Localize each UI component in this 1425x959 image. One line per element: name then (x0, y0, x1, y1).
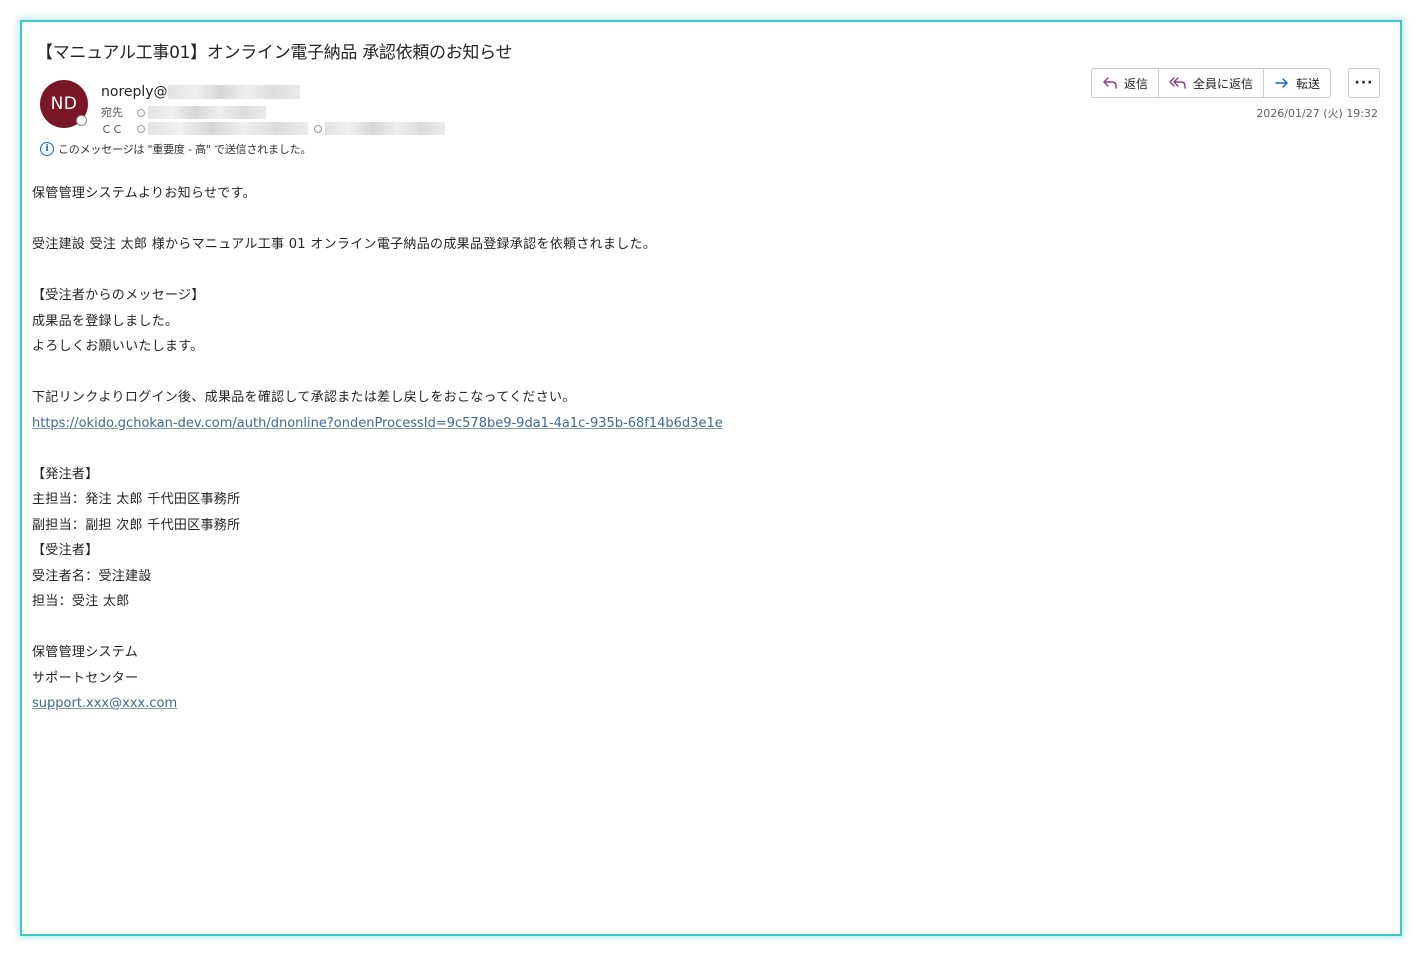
reply-icon (1103, 77, 1117, 89)
more-icon: ··· (1354, 75, 1374, 91)
email-subject: 【マニュアル工事01】オンライン電子納品 承認依頼のお知らせ (36, 43, 513, 63)
link-line: https://okido.gchokan-dev.com/auth/dnonl… (32, 411, 723, 437)
message-line-2: よろしくお願いいたします。 (32, 339, 204, 354)
redacted-recipient (148, 106, 266, 119)
reply-label: 返信 (1124, 76, 1149, 91)
orderer-sub: 副担当：副担 次郎 千代田区事務所 (32, 517, 241, 533)
forward-button[interactable]: 転送 (1264, 69, 1330, 97)
body-blank (32, 615, 723, 641)
body-blank (32, 360, 723, 386)
signature-email-line: support.xxx@xxx.com (32, 691, 723, 717)
email-reading-pane: 【マニュアル工事01】オンライン電子納品 承認依頼のお知らせ ND norepl… (20, 20, 1402, 936)
sender-address[interactable]: noreply@ (101, 84, 300, 100)
reply-all-label: 全員に返信 (1193, 76, 1254, 91)
redacted-recipient (325, 122, 445, 135)
importance-text: このメッセージは "重要度 - 高" で送信されました。 (58, 143, 312, 156)
more-actions-button[interactable]: ··· (1348, 68, 1380, 98)
recipient-presence-icon (137, 108, 145, 117)
to-recipient[interactable] (137, 106, 266, 119)
info-icon: i (40, 142, 54, 156)
recipient-presence-icon (314, 124, 322, 133)
body-blank (32, 207, 723, 233)
forward-label: 転送 (1296, 76, 1321, 91)
contractor-person: 担当：受注 太郎 (32, 594, 130, 609)
redacted-sender-domain (167, 85, 300, 99)
signature-system: 保管管理システム (32, 645, 139, 660)
reply-all-button[interactable]: 全員に返信 (1159, 69, 1265, 97)
message-heading: 【受注者からのメッセージ】 (32, 288, 205, 303)
signature-center: サポートセンター (32, 670, 139, 686)
orderer-heading: 【発注者】 (32, 466, 99, 482)
reply-all-icon (1169, 77, 1186, 89)
body-instruction: 下記リンクよりログイン後、成果品を確認して承認または差し戻しをおこなってください… (32, 390, 576, 405)
recipient-presence-icon (137, 124, 145, 133)
contractor-name: 受注者名：受注建設 (32, 568, 152, 584)
received-timestamp: 2026/01/27 (火) 19:32 (1256, 107, 1378, 120)
message-line-1: 成果品を登録しました。 (32, 313, 179, 329)
cc-label: ＣＣ (101, 123, 123, 136)
contractor-heading: 【受注者】 (32, 543, 99, 558)
importance-banner: i このメッセージは "重要度 - 高" で送信されました。 (40, 141, 311, 157)
approval-link[interactable]: https://okido.gchokan-dev.com/auth/dnonl… (32, 416, 723, 431)
to-label: 宛先 (101, 106, 123, 119)
cc-recipient-1[interactable] (137, 122, 308, 135)
message-actions: 返信 全員に返信 転送 (1091, 68, 1332, 98)
body-greeting: 保管管理システムよりお知らせです。 (32, 186, 256, 201)
cc-recipient-2[interactable] (314, 122, 445, 135)
body-blank (32, 258, 723, 284)
email-body: 保管管理システムよりお知らせです。 受注建設 受注 太郎 様からマニュアル工事 … (32, 181, 723, 717)
reply-button[interactable]: 返信 (1092, 69, 1160, 97)
support-email-link[interactable]: support.xxx@xxx.com (32, 696, 177, 711)
body-blank (32, 436, 723, 462)
avatar-initials: ND (50, 94, 78, 114)
redacted-recipient (148, 122, 308, 135)
body-intro: 受注建設 受注 太郎 様からマニュアル工事 01 オンライン電子納品の成果品登録… (32, 237, 657, 252)
orderer-main: 主担当：発注 太郎 千代田区事務所 (32, 492, 241, 507)
presence-status-icon (76, 115, 87, 126)
sender-name: noreply@ (101, 84, 168, 100)
forward-icon (1275, 78, 1288, 88)
